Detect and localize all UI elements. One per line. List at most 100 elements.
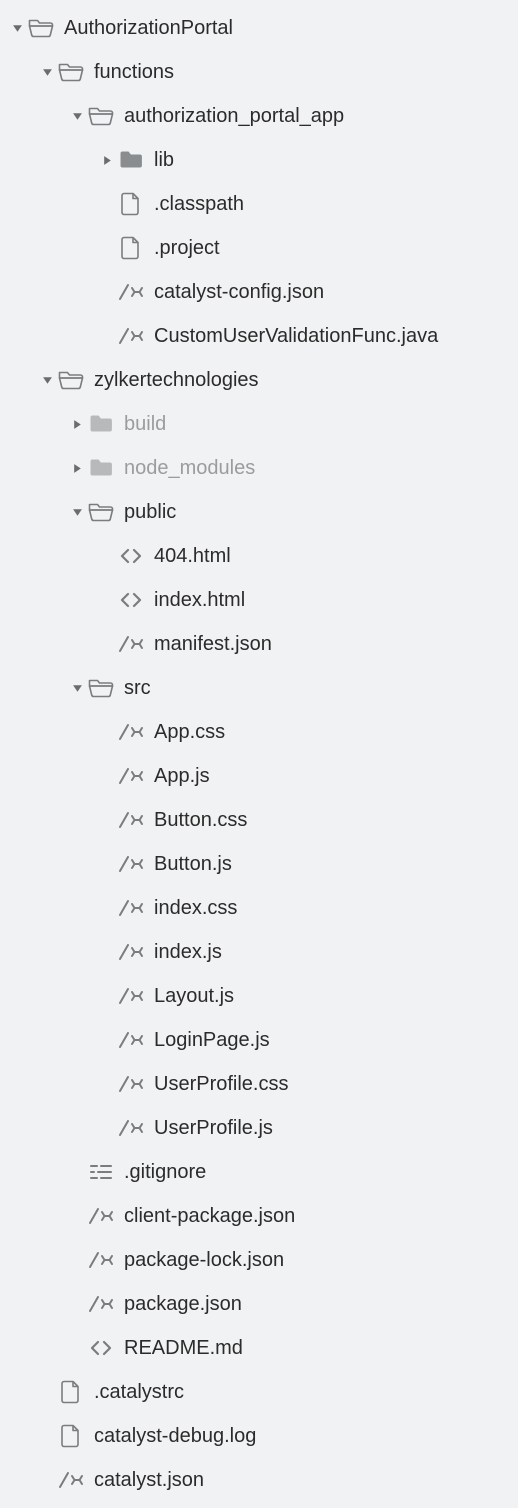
tree-row[interactable]: lib — [0, 138, 518, 182]
file-icon — [56, 1380, 86, 1404]
file-icon — [56, 1424, 86, 1448]
tree-item-label: index.css — [154, 897, 237, 920]
tree-row[interactable]: build — [0, 402, 518, 446]
chevron-down-icon[interactable] — [38, 67, 56, 78]
tree-row[interactable]: UserProfile.js — [0, 1106, 518, 1150]
tree-row[interactable]: LoginPage.js — [0, 1018, 518, 1062]
arrow-placeholder — [98, 1035, 116, 1046]
tree-row[interactable]: CustomUserValidationFunc.java — [0, 314, 518, 358]
tree-item-label: .catalystrc — [94, 1381, 184, 1404]
tree-row[interactable]: zylkertechnologies — [0, 358, 518, 402]
source-file-icon — [116, 766, 146, 786]
chevron-down-icon[interactable] — [68, 507, 86, 518]
folder-open-icon — [56, 370, 86, 390]
file-tree: AuthorizationPortalfunctionsauthorizatio… — [0, 0, 518, 1508]
chevron-right-icon[interactable] — [68, 463, 86, 474]
tree-item-label: Button.js — [154, 853, 232, 876]
chevron-down-icon[interactable] — [68, 683, 86, 694]
arrow-placeholder — [98, 815, 116, 826]
folder-open-icon — [86, 678, 116, 698]
arrow-placeholder — [98, 595, 116, 606]
tree-row[interactable]: functions — [0, 50, 518, 94]
tree-row[interactable]: package.json — [0, 1282, 518, 1326]
arrow-placeholder — [68, 1343, 86, 1354]
folder-open-icon — [86, 106, 116, 126]
tree-row[interactable]: manifest.json — [0, 622, 518, 666]
source-file-icon — [86, 1206, 116, 1226]
arrow-placeholder — [98, 903, 116, 914]
tree-row[interactable]: index.css — [0, 886, 518, 930]
tree-item-label: .project — [154, 237, 220, 260]
tree-row[interactable]: AuthorizationPortal — [0, 6, 518, 50]
tree-row[interactable]: .gitignore — [0, 1150, 518, 1194]
tree-row[interactable]: catalyst-config.json — [0, 270, 518, 314]
tree-item-label: index.js — [154, 941, 222, 964]
arrow-placeholder — [38, 1475, 56, 1486]
tree-row[interactable]: .classpath — [0, 182, 518, 226]
source-file-icon — [116, 1074, 146, 1094]
tree-row[interactable]: Button.css — [0, 798, 518, 842]
tree-row[interactable]: UserProfile.css — [0, 1062, 518, 1106]
tree-item-label: catalyst-config.json — [154, 281, 324, 304]
folder-icon — [86, 414, 116, 434]
tree-item-label: manifest.json — [154, 633, 272, 656]
arrow-placeholder — [98, 551, 116, 562]
tree-row[interactable]: Button.js — [0, 842, 518, 886]
tree-item-label: package.json — [124, 1293, 242, 1316]
arrow-placeholder — [98, 947, 116, 958]
tree-row[interactable]: client-package.json — [0, 1194, 518, 1238]
chevron-down-icon[interactable] — [8, 23, 26, 34]
arrow-placeholder — [68, 1167, 86, 1178]
tree-row[interactable]: node_modules — [0, 446, 518, 490]
chevron-right-icon[interactable] — [68, 419, 86, 430]
arrow-placeholder — [98, 331, 116, 342]
folder-open-icon — [86, 502, 116, 522]
folder-icon — [86, 458, 116, 478]
tree-row[interactable]: authorization_portal_app — [0, 94, 518, 138]
source-file-icon — [86, 1250, 116, 1270]
chevron-down-icon[interactable] — [68, 111, 86, 122]
tree-row[interactable]: catalyst-debug.log — [0, 1414, 518, 1458]
tree-row[interactable]: App.js — [0, 754, 518, 798]
tree-row[interactable]: public — [0, 490, 518, 534]
source-file-icon — [116, 282, 146, 302]
source-file-icon — [116, 810, 146, 830]
tree-row[interactable]: README.md — [0, 1326, 518, 1370]
tree-item-label: UserProfile.js — [154, 1117, 273, 1140]
tree-row[interactable]: src — [0, 666, 518, 710]
tree-row[interactable]: index.html — [0, 578, 518, 622]
source-file-icon — [116, 326, 146, 346]
tree-row[interactable]: index.js — [0, 930, 518, 974]
tree-row[interactable]: App.css — [0, 710, 518, 754]
tree-item-label: CustomUserValidationFunc.java — [154, 325, 438, 348]
tree-item-label: .classpath — [154, 193, 244, 216]
arrow-placeholder — [68, 1299, 86, 1310]
chevron-down-icon[interactable] — [38, 375, 56, 386]
tree-item-label: Layout.js — [154, 985, 234, 1008]
arrow-placeholder — [38, 1431, 56, 1442]
arrow-placeholder — [98, 1079, 116, 1090]
tree-row[interactable]: 404.html — [0, 534, 518, 578]
tree-item-label: Button.css — [154, 809, 247, 832]
arrow-placeholder — [98, 243, 116, 254]
arrow-placeholder — [98, 991, 116, 1002]
arrow-placeholder — [98, 287, 116, 298]
arrow-placeholder — [98, 771, 116, 782]
source-file-icon — [116, 986, 146, 1006]
tree-row[interactable]: Layout.js — [0, 974, 518, 1018]
tree-item-label: node_modules — [124, 457, 255, 480]
tree-row[interactable]: catalyst.json — [0, 1458, 518, 1502]
folder-open-icon — [56, 62, 86, 82]
tree-row[interactable]: package-lock.json — [0, 1238, 518, 1282]
tree-item-label: public — [124, 501, 176, 524]
tree-row[interactable]: .project — [0, 226, 518, 270]
source-file-icon — [116, 942, 146, 962]
tree-row[interactable]: .catalystrc — [0, 1370, 518, 1414]
source-file-icon — [116, 854, 146, 874]
tree-item-label: README.md — [124, 1337, 243, 1360]
chevron-right-icon[interactable] — [98, 155, 116, 166]
tree-item-label: 404.html — [154, 545, 231, 568]
source-file-icon — [116, 1118, 146, 1138]
arrow-placeholder — [98, 727, 116, 738]
arrow-placeholder — [98, 859, 116, 870]
